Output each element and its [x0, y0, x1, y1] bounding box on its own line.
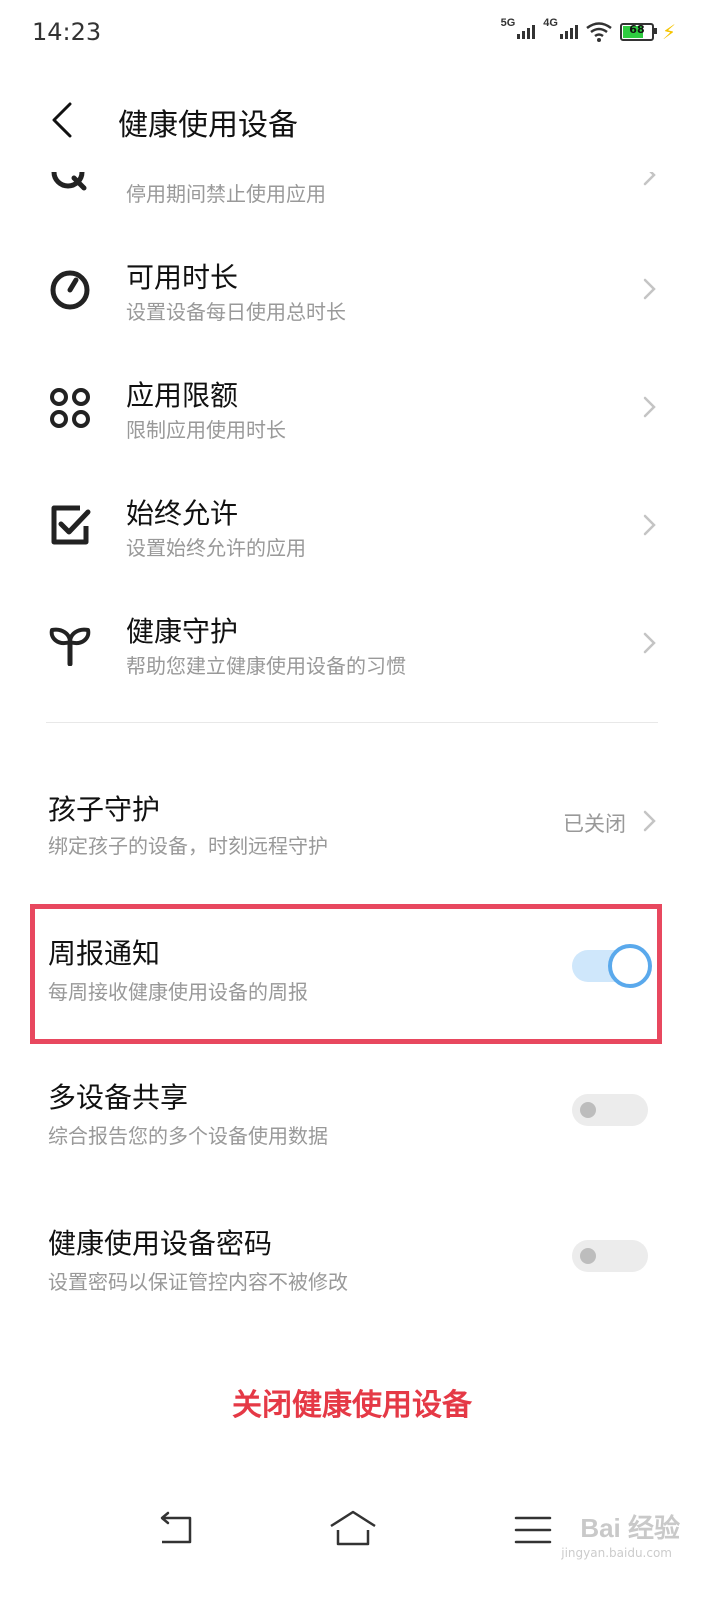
item-subtitle: 限制应用使用时长: [126, 418, 286, 442]
home-icon: [330, 1510, 376, 1546]
watermark-url: jingyan.baidu.com: [561, 1546, 672, 1560]
chevron-right-icon: [643, 172, 656, 186]
list-item-available-time[interactable]: 可用时长 设置设备每日使用总时长: [0, 250, 720, 330]
setting-title: 周报通知: [48, 937, 161, 970]
section-divider: [46, 722, 658, 723]
apps-grid-icon: [50, 388, 90, 428]
toggle-knob: [608, 944, 652, 988]
list-item-health-guard[interactable]: 健康守护 帮助您建立健康使用设备的习惯: [0, 604, 720, 684]
weekly-report-row: 周报通知 每周接收健康使用设备的周报: [0, 928, 720, 1008]
nav-back-icon: [160, 1511, 192, 1544]
item-subtitle: 停用期间禁止使用应用: [126, 182, 326, 206]
multi-device-row: 多设备共享 综合报告您的多个设备使用数据: [0, 1072, 720, 1152]
status-label: 已关闭: [563, 812, 626, 836]
setting-subtitle: 设置密码以保证管控内容不被修改: [48, 1270, 348, 1294]
weekly-report-toggle[interactable]: [572, 944, 652, 988]
list-item-app-limits[interactable]: 应用限额 限制应用使用时长: [0, 368, 720, 448]
multi-device-toggle[interactable]: [572, 1094, 648, 1126]
child-guard-row[interactable]: 孩子守护 绑定孩子的设备，时刻远程守护 已关闭: [0, 784, 720, 864]
nav-home-button[interactable]: [328, 1508, 378, 1552]
setting-subtitle: 每周接收健康使用设备的周报: [48, 980, 308, 1004]
checkbox-icon: [51, 505, 91, 545]
setting-subtitle: 综合报告您的多个设备使用数据: [48, 1124, 328, 1148]
wifi-icon: [586, 22, 612, 42]
back-arrow-icon: [52, 102, 72, 138]
signal-4g-icon: 4G: [543, 17, 578, 39]
nav-back-button[interactable]: [152, 1508, 202, 1552]
page-title: 健康使用设备: [118, 108, 298, 143]
toggle-knob: [580, 1102, 596, 1118]
item-subtitle: 设置始终允许的应用: [126, 536, 306, 560]
setting-subtitle: 绑定孩子的设备，时刻远程守护: [48, 834, 328, 858]
sprout-icon: [49, 627, 91, 666]
chevron-right-icon: [643, 514, 656, 536]
item-subtitle: 设置设备每日使用总时长: [126, 300, 346, 324]
password-row: 健康使用设备密码 设置密码以保证管控内容不被修改: [0, 1218, 720, 1298]
nav-menu-button[interactable]: [510, 1508, 560, 1552]
status-time: 14:23: [32, 18, 102, 46]
item-title: 可用时长: [126, 261, 239, 294]
password-toggle[interactable]: [572, 1240, 648, 1272]
list-item-always-allowed[interactable]: 始终允许 设置始终允许的应用: [0, 486, 720, 566]
back-button[interactable]: [40, 98, 84, 142]
item-title: 始终允许: [126, 497, 239, 530]
item-title: 应用限额: [126, 379, 239, 412]
chevron-right-icon: [643, 396, 656, 418]
item-title: 健康守护: [126, 615, 239, 648]
list-item-downtime[interactable]: 停用期间禁止使用应用: [0, 172, 720, 232]
setting-title: 孩子守护: [48, 793, 161, 826]
app-header: 健康使用设备: [0, 70, 720, 170]
status-bar: 14:23 5G 4G 68 ⚡: [0, 0, 720, 70]
close-health-button[interactable]: 关闭健康使用设备: [0, 1380, 704, 1424]
status-icons: 5G 4G 68 ⚡: [501, 17, 676, 44]
battery-icon: 68: [619, 23, 657, 41]
signal-5g-icon: 5G: [501, 17, 536, 39]
menu-icon: [514, 1516, 552, 1544]
toggle-knob: [580, 1248, 596, 1264]
setting-title: 多设备共享: [48, 1081, 189, 1114]
chevron-right-icon: [643, 278, 656, 300]
gauge-icon: [50, 270, 90, 310]
downtime-icon: [51, 172, 87, 191]
watermark-logo: Bai 经验: [580, 1513, 680, 1543]
chevron-right-icon: [643, 632, 656, 654]
charging-icon: ⚡: [661, 20, 676, 44]
chevron-right-icon: [643, 810, 656, 832]
setting-title: 健康使用设备密码: [48, 1227, 273, 1260]
item-subtitle: 帮助您建立健康使用设备的习惯: [126, 654, 406, 678]
